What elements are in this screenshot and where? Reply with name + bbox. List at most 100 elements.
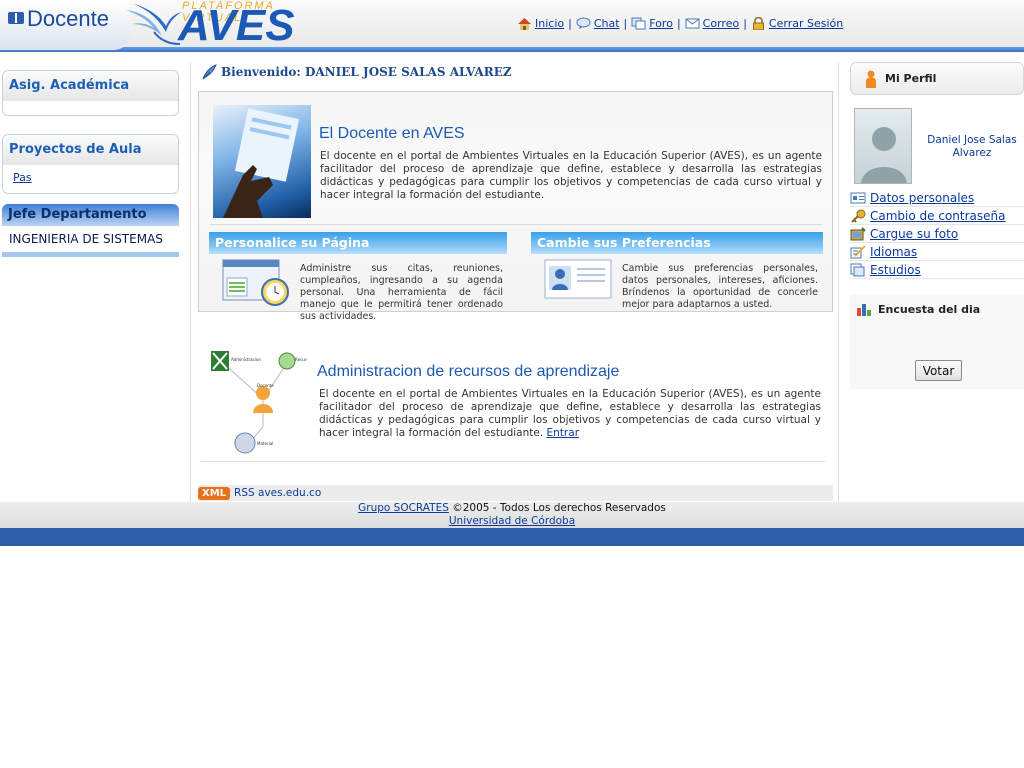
hand-pointing-image [223, 108, 300, 218]
nav-chat[interactable]: Chat [576, 17, 620, 30]
profile-link-contrasena[interactable]: Cambio de contraseña [850, 207, 1024, 225]
footer-line-1: Grupo SOCRATES ©2005 - Todos Los derecho… [0, 502, 1024, 515]
footer-bar [0, 528, 1024, 546]
nav-correo-link[interactable]: Correo [703, 17, 740, 30]
nav-separator: | [676, 17, 681, 30]
studies-icon [850, 263, 865, 276]
svg-text:Material: Material [257, 441, 273, 446]
profile-link-datos[interactable]: Datos personales [850, 189, 1024, 207]
svg-text:Administracion: Administracion [231, 357, 261, 362]
main-content: Bienvenido: DANIEL JOSE SALAS ALVAREZ El… [190, 62, 839, 502]
recursos-entrar-link[interactable]: Entrar [547, 427, 579, 439]
avatar [854, 108, 912, 184]
copyright-text: ©2005 - Todos Los derechos Reservados [448, 502, 666, 514]
universidad-link[interactable]: Universidad de Córdoba [449, 515, 575, 527]
rss-bar: XML RSS aves.edu.co [198, 485, 833, 501]
app-tab: Docente [0, 0, 130, 50]
profile-card-icon [544, 259, 612, 299]
profile-links: Datos personales Cambio de contraseña Ca… [850, 189, 1024, 279]
left-sidebar: Asig. Académica Proyectos de Aula Pas Je… [0, 62, 180, 275]
intro-text: El docente en el portal de Ambientes Vir… [320, 150, 822, 201]
home-icon [518, 18, 531, 30]
nav-cerrar-sesion-link[interactable]: Cerrar Sesión [769, 17, 843, 30]
nav-cerrar-sesion[interactable]: Cerrar Sesión [751, 17, 843, 30]
nav-foro-link[interactable]: Foro [649, 17, 673, 30]
encuesta-title: Encuesta del dia [878, 302, 981, 316]
svg-text:Recursos: Recursos [295, 357, 307, 362]
asig-academica-box: Asig. Académica [2, 70, 179, 116]
footer: Grupo SOCRATES ©2005 - Todos Los derecho… [0, 502, 1024, 528]
section-divider [201, 461, 825, 462]
datos-personales-link[interactable]: Datos personales [870, 191, 974, 205]
encuesta-box: Encuesta del dia Votar [850, 294, 1024, 389]
photo-upload-icon [850, 226, 866, 240]
id-card-icon [850, 192, 866, 203]
aves-logo[interactable]: PLATAFORMA VIRTUAL AVES [124, 0, 316, 50]
estudios-link[interactable]: Estudios [870, 263, 921, 277]
proyectos-aula-list: Pas [3, 165, 178, 192]
top-navigation: Inicio | Chat | Foro | Correo | Cerrar S… [517, 17, 843, 30]
nav-separator: | [743, 17, 747, 30]
recursos-title: Administracion de recursos de aprendizaj… [317, 363, 620, 380]
header: Docente PLATAFORMA VIRTUAL AVES Inicio |… [0, 0, 1024, 52]
profile-link-estudios[interactable]: Estudios [850, 261, 1024, 279]
chat-icon [576, 17, 591, 29]
jefe-departamento-value: INGENIERIA DE SISTEMAS [2, 226, 179, 257]
personalice-header[interactable]: Personalice su Página [209, 232, 507, 254]
section-divider [209, 224, 823, 225]
proyectos-aula-title[interactable]: Proyectos de Aula [3, 135, 178, 165]
preferencias-header[interactable]: Cambie sus Preferencias [531, 232, 823, 254]
profile-link-foto[interactable]: Cargue su foto [850, 225, 1024, 243]
app-title: Docente [27, 6, 109, 31]
welcome-text: Bienvenido: DANIEL JOSE SALAS ALVAREZ [221, 65, 512, 79]
asig-academica-title[interactable]: Asig. Académica [3, 71, 178, 101]
encuesta-header: Encuesta del dia [856, 302, 980, 316]
nav-chat-link[interactable]: Chat [594, 17, 620, 30]
profile-link-idiomas[interactable]: Idiomas [850, 243, 1024, 261]
proyecto-link-pas[interactable]: Pas [13, 171, 32, 184]
personalice-text: Administre sus citas, reuniones, cumplea… [300, 263, 503, 322]
key-icon [851, 209, 866, 223]
cambio-contrasena-link[interactable]: Cambio de contraseña [870, 209, 1005, 223]
language-icon [850, 244, 866, 258]
jefe-departamento-title: Jefe Departamento [2, 204, 179, 226]
preferencias-text: Cambie sus preferencias personales, dato… [622, 263, 818, 310]
bar-chart-icon [857, 304, 871, 316]
lock-icon [752, 17, 764, 30]
nav-inicio-link[interactable]: Inicio [535, 17, 564, 30]
recursos-diagram-image: Administracion Recursos Docente Material [209, 347, 313, 457]
svg-text:Docente: Docente [257, 383, 274, 388]
welcome-line: Bienvenido: DANIEL JOSE SALAS ALVAREZ [201, 62, 512, 82]
xml-badge-icon[interactable]: XML [198, 486, 231, 500]
forum-icon [631, 17, 646, 30]
default-avatar-icon [861, 127, 907, 183]
person-icon [866, 70, 876, 88]
profile-user-name: Daniel Jose Salas Alvarez [927, 134, 1017, 159]
jefe-departamento-box: Jefe Departamento INGENIERIA DE SISTEMAS [2, 204, 179, 257]
rss-feed-link[interactable]: RSS aves.edu.co [234, 487, 321, 499]
nav-separator: | [568, 17, 572, 30]
nav-foro[interactable]: Foro [631, 17, 673, 30]
intro-image [213, 105, 311, 218]
quill-icon [202, 64, 217, 80]
book-icon [8, 12, 24, 24]
resources-network-icon: Administracion Recursos Docente Material [211, 351, 313, 454]
recursos-paragraph: El docente en el portal de Ambientes Vir… [319, 388, 821, 440]
bird-icon [126, 4, 182, 45]
mi-perfil-header: Mi Perfil [850, 62, 1024, 95]
cargue-foto-link[interactable]: Cargue su foto [870, 227, 958, 241]
footer-line-2: Universidad de Córdoba [0, 515, 1024, 528]
nav-correo[interactable]: Correo [685, 17, 740, 30]
nav-inicio[interactable]: Inicio [517, 17, 564, 30]
proyectos-aula-box: Proyectos de Aula Pas [2, 134, 179, 194]
votar-button[interactable]: Votar [915, 360, 962, 381]
mail-icon [685, 18, 700, 29]
nav-separator: | [623, 17, 628, 30]
agenda-calendar-icon [222, 259, 289, 306]
intro-panel: El Docente en AVES El docente en el port… [198, 91, 833, 322]
idiomas-link[interactable]: Idiomas [870, 245, 917, 259]
mi-perfil-title: Mi Perfil [885, 72, 937, 85]
intro-title: El Docente en AVES [319, 125, 465, 142]
grupo-socrates-link[interactable]: Grupo SOCRATES [358, 502, 449, 514]
logo-wordmark: AVES [178, 1, 295, 50]
